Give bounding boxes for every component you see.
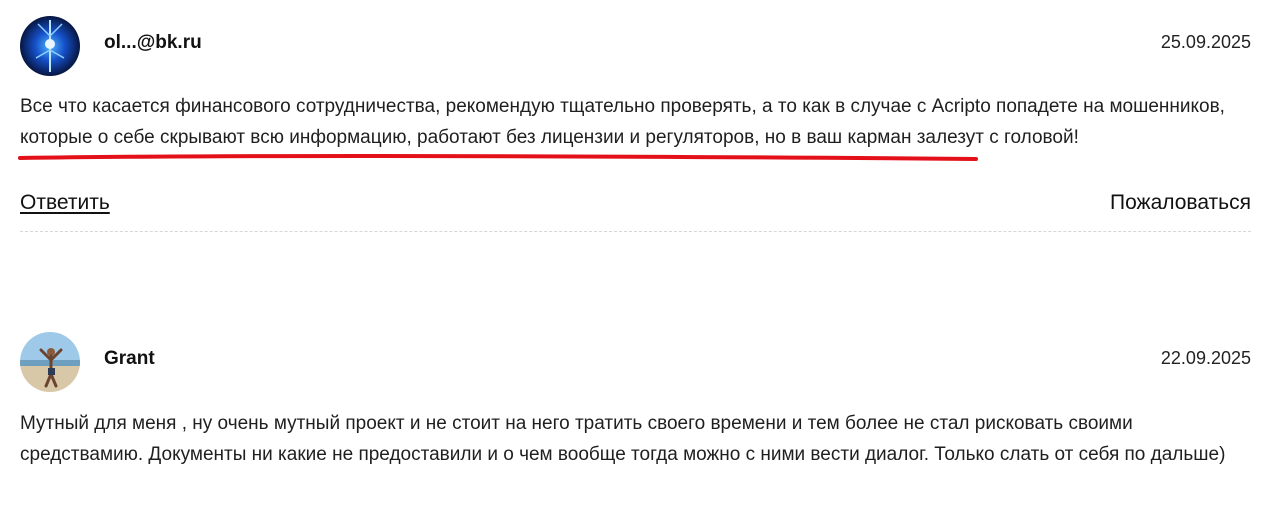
report-link[interactable]: Пожаловаться bbox=[1110, 191, 1251, 215]
highlight-underline bbox=[18, 153, 978, 161]
avatar bbox=[20, 16, 80, 76]
review-card: Grant 22.09.2025 Мутный для меня , ну оч… bbox=[20, 330, 1251, 470]
author-name: Grant bbox=[104, 348, 155, 369]
review-text: Мутный для меня , ну очень мутный проект… bbox=[20, 408, 1251, 470]
review-text: Все что касается финансового сотрудничес… bbox=[18, 91, 1251, 161]
review-text-content: Все что касается финансового сотрудничес… bbox=[20, 96, 1225, 148]
review-header: ol...@bk.ru 25.09.2025 bbox=[20, 14, 1251, 76]
review-text-content: Мутный для меня , ну очень мутный проект… bbox=[20, 413, 1226, 465]
reply-link[interactable]: Ответить bbox=[20, 191, 110, 215]
review-actions: Ответить Пожаловаться bbox=[20, 191, 1251, 232]
avatar bbox=[20, 332, 80, 392]
review-card: ol...@bk.ru 25.09.2025 Все что касается … bbox=[18, 14, 1251, 232]
author-name: ol...@bk.ru bbox=[104, 32, 202, 53]
review-header: Grant 22.09.2025 bbox=[20, 330, 1251, 392]
review-date: 22.09.2025 bbox=[1160, 348, 1251, 368]
review-date: 25.09.2025 bbox=[1160, 32, 1251, 52]
